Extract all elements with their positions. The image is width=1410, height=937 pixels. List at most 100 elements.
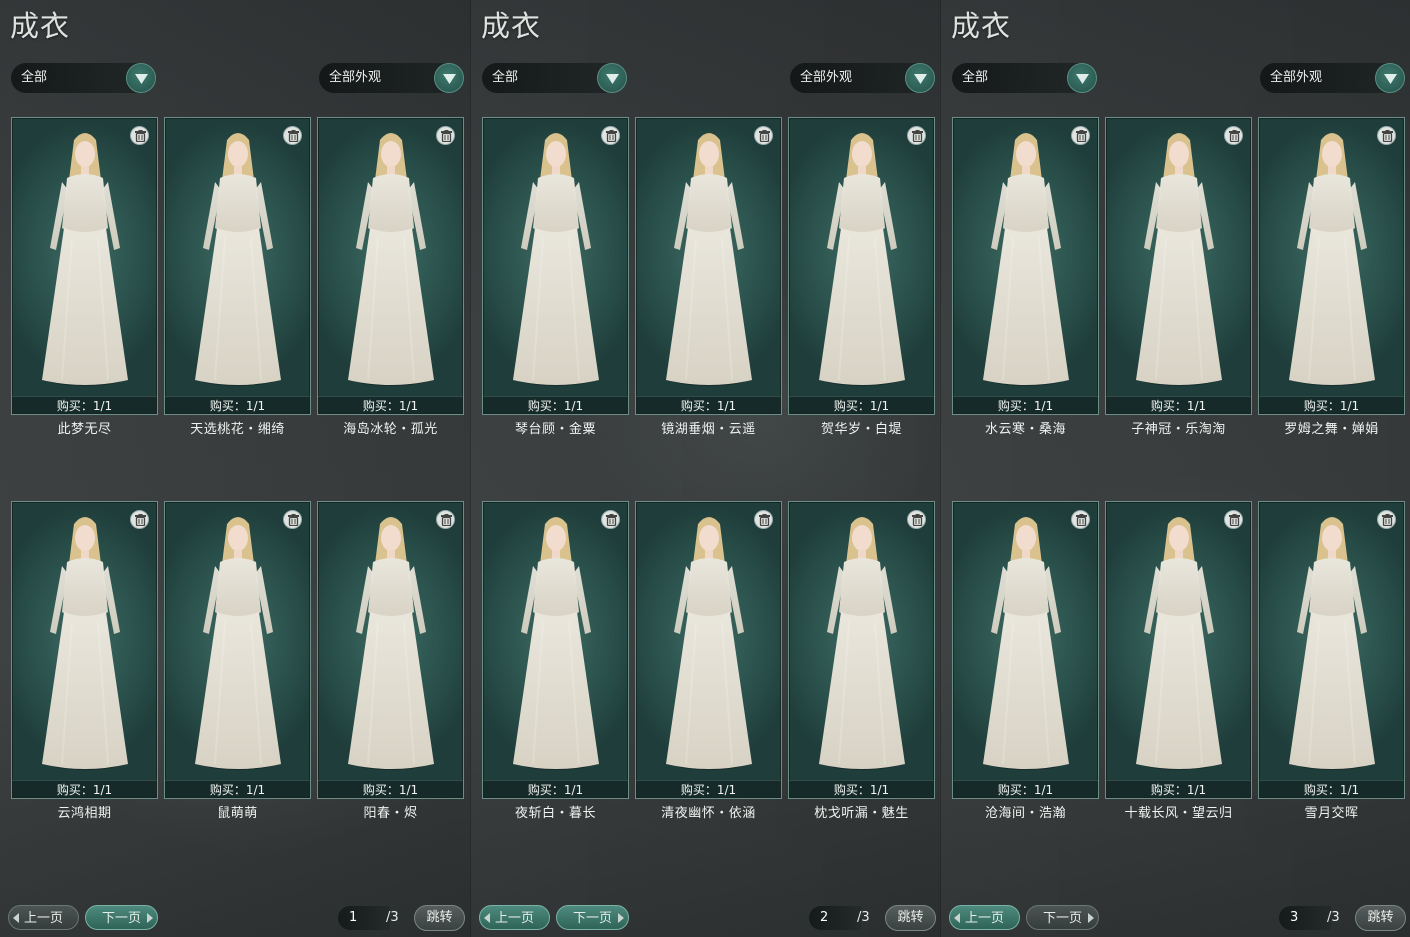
outfit-name: 镜湖垂烟・云遥 <box>661 422 756 437</box>
trash-icon[interactable] <box>601 126 620 145</box>
outfit-card[interactable]: 购买：1/1 <box>11 501 158 799</box>
outfit-name: 鼠萌萌 <box>217 806 258 821</box>
category-filter-dropdown[interactable]: 全部 <box>952 63 1097 93</box>
trash-icon[interactable] <box>130 510 149 529</box>
purchase-count: 购买：1/1 <box>318 780 463 798</box>
outfit-card[interactable]: 购买：1/1 <box>482 117 629 415</box>
outfit-card[interactable]: 购买：1/1 <box>317 117 464 415</box>
prev-page-button[interactable]: 上一页 <box>479 905 550 930</box>
page-number-input[interactable]: 2 <box>809 906 861 930</box>
outfit-grid: 购买：1/1 水云寒・桑海 购买：1/1 子神冠・乐淘淘 购买：1/1 罗姆之舞・婵娟 购买… <box>952 117 1405 837</box>
trash-icon[interactable] <box>436 510 455 529</box>
outfit-figure <box>1289 133 1375 386</box>
trash-icon[interactable] <box>907 126 926 145</box>
jump-button[interactable]: 跳转 <box>414 905 465 931</box>
next-page-button[interactable]: 下一页 <box>556 905 629 930</box>
outfit-card[interactable]: 购买：1/1 <box>635 501 782 799</box>
dropdown-value: 全部外观 <box>800 70 853 85</box>
page-number-input[interactable]: 1 <box>338 906 390 930</box>
outfit-name: 夜斩白・暮长 <box>514 806 596 821</box>
outfit-name: 十载长风・望云归 <box>1124 806 1233 821</box>
prev-page-button[interactable]: 上一页 <box>949 905 1020 930</box>
trash-icon[interactable] <box>601 510 620 529</box>
next-page-button[interactable]: 下一页 <box>85 905 158 930</box>
outfit-figure <box>819 133 905 386</box>
category-filter-dropdown[interactable]: 全部 <box>482 63 627 93</box>
outfit-grid: 购买：1/1 此梦无尽 购买：1/1 天选桃花・缃绮 购买：1/1 海岛冰轮・孤光 购买：1… <box>11 117 464 837</box>
outfit-card[interactable]: 购买：1/1 <box>164 501 311 799</box>
page-total: /3 <box>857 910 870 925</box>
outfit-name: 云鸿相期 <box>57 806 112 821</box>
prev-page-button[interactable]: 上一页 <box>8 905 79 930</box>
appearance-filter-dropdown[interactable]: 全部外观 <box>319 63 464 93</box>
outfit-figure <box>513 517 599 770</box>
outfit-figure <box>1289 517 1375 770</box>
outfit-name: 海岛冰轮・孤光 <box>343 422 438 437</box>
outfit-figure <box>1136 517 1222 770</box>
outfit-card[interactable]: 购买：1/1 <box>11 117 158 415</box>
outfit-figure <box>348 133 434 386</box>
outfit-card[interactable]: 购买：1/1 <box>1258 501 1405 799</box>
outfit-name: 此梦无尽 <box>57 422 112 437</box>
jump-button[interactable]: 跳转 <box>885 905 936 931</box>
trash-icon[interactable] <box>283 126 302 145</box>
next-page-button[interactable]: 下一页 <box>1026 905 1099 930</box>
outfit-card[interactable]: 购买：1/1 <box>164 117 311 415</box>
purchase-count: 购买：1/1 <box>636 780 781 798</box>
purchase-count: 购买：1/1 <box>483 780 628 798</box>
outfit-card[interactable]: 购买：1/1 <box>1105 117 1252 415</box>
purchase-count: 购买：1/1 <box>789 780 934 798</box>
outfit-card[interactable]: 购买：1/1 <box>1105 501 1252 799</box>
outfit-card[interactable]: 购买：1/1 <box>788 501 935 799</box>
outfit-card[interactable]: 购买：1/1 <box>482 501 629 799</box>
trash-icon[interactable] <box>754 126 773 145</box>
outfit-name: 枕戈听漏・魅生 <box>814 806 909 821</box>
chevron-down-icon <box>597 63 627 93</box>
trash-icon[interactable] <box>1377 126 1396 145</box>
outfit-card[interactable]: 购买：1/1 <box>952 501 1099 799</box>
page-total: /3 <box>386 910 399 925</box>
outfit-figure <box>983 133 1069 386</box>
trash-icon[interactable] <box>907 510 926 529</box>
trash-icon[interactable] <box>1071 126 1090 145</box>
chevron-down-icon <box>1067 63 1097 93</box>
purchase-count: 购买：1/1 <box>483 396 628 414</box>
trash-icon[interactable] <box>1224 126 1243 145</box>
trash-icon[interactable] <box>130 126 149 145</box>
outfit-name: 子神冠・乐淘淘 <box>1131 422 1226 437</box>
trash-icon[interactable] <box>1377 510 1396 529</box>
outfit-figure <box>819 517 905 770</box>
outfit-name: 雪月交晖 <box>1304 806 1359 821</box>
chevron-down-icon <box>126 63 156 93</box>
outfit-card[interactable]: 购买：1/1 <box>952 117 1099 415</box>
outfit-figure <box>195 517 281 770</box>
outfit-figure <box>348 517 434 770</box>
appearance-filter-dropdown[interactable]: 全部外观 <box>1260 63 1405 93</box>
outfit-card[interactable]: 购买：1/1 <box>1258 117 1405 415</box>
appearance-filter-dropdown[interactable]: 全部外观 <box>790 63 935 93</box>
jump-button[interactable]: 跳转 <box>1355 905 1406 931</box>
trash-icon[interactable] <box>436 126 455 145</box>
outfit-figure <box>666 133 752 386</box>
trash-icon[interactable] <box>1071 510 1090 529</box>
outfit-name: 水云寒・桑海 <box>984 422 1066 437</box>
purchase-count: 购买：1/1 <box>12 396 157 414</box>
purchase-count: 购买：1/1 <box>1259 780 1404 798</box>
purchase-count: 购买：1/1 <box>789 396 934 414</box>
chevron-down-icon <box>434 63 464 93</box>
trash-icon[interactable] <box>1224 510 1243 529</box>
purchase-count: 购买：1/1 <box>165 396 310 414</box>
outfit-card[interactable]: 购买：1/1 <box>317 501 464 799</box>
outfit-name: 罗姆之舞・婵娟 <box>1284 422 1379 437</box>
trash-icon[interactable] <box>283 510 302 529</box>
outfit-card[interactable]: 购买：1/1 <box>635 117 782 415</box>
outfit-name: 沧海间・浩瀚 <box>984 806 1066 821</box>
outfit-card[interactable]: 购买：1/1 <box>788 117 935 415</box>
purchase-count: 购买：1/1 <box>1106 780 1251 798</box>
category-filter-dropdown[interactable]: 全部 <box>11 63 156 93</box>
page-number-input[interactable]: 3 <box>1279 906 1331 930</box>
outfit-figure <box>666 517 752 770</box>
trash-icon[interactable] <box>754 510 773 529</box>
chevron-down-icon <box>905 63 935 93</box>
outfit-figure <box>983 517 1069 770</box>
